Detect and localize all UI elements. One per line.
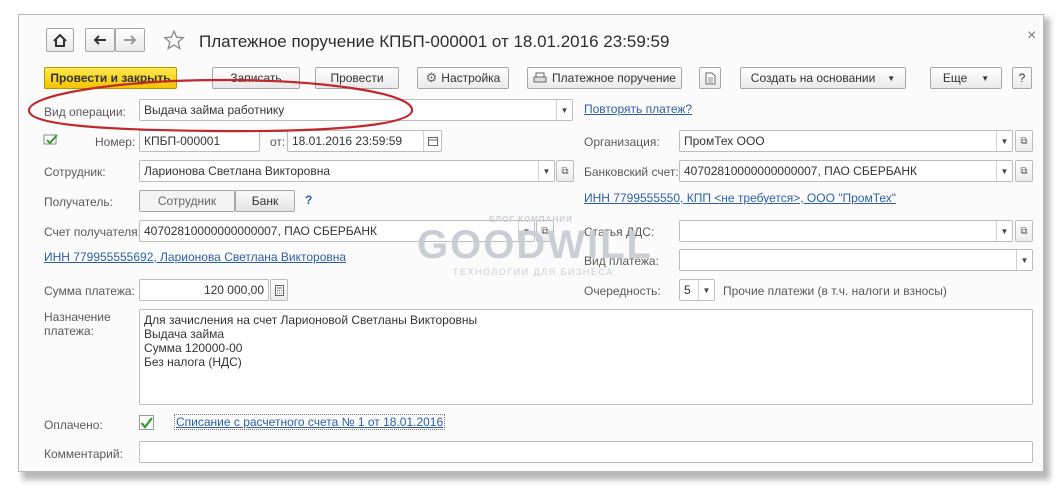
paid-label: Оплачено:	[44, 418, 103, 432]
printer-icon	[533, 72, 547, 83]
employee-select[interactable]: Ларионова Светлана Викторовна ▼	[139, 160, 555, 182]
chevron-down-icon[interactable]: ▼	[996, 161, 1012, 181]
bank-account-value: 40702810000000000007, ПАО СБЕРБАНК	[684, 164, 917, 178]
organization-select[interactable]: ПромТех ООО ▼	[679, 130, 1013, 152]
chevron-down-icon[interactable]: ▼	[698, 280, 714, 300]
organization-value: ПромТех ООО	[684, 134, 765, 148]
inn-recipient-link[interactable]: ИНН 779955555692, Ларионова Светлана Вик…	[44, 250, 346, 264]
chevron-down-icon[interactable]: ▼	[1016, 250, 1032, 270]
recipient-help-link[interactable]: ?	[305, 193, 312, 207]
purpose-line: Сумма 120000-00	[144, 341, 243, 355]
comment-input[interactable]	[139, 441, 1033, 463]
dds-select[interactable]: ▼	[679, 220, 1013, 242]
employee-label: Сотрудник:	[44, 165, 106, 179]
forward-arrow-icon	[124, 35, 137, 45]
recipient-account-label: Счет получателя:	[44, 225, 141, 239]
priority-value: 5	[684, 283, 691, 297]
document-window: Платежное поручение КПБП-000001 от 18.01…	[18, 14, 1044, 472]
more-button[interactable]: Еще ▼	[930, 67, 1002, 89]
calendar-icon[interactable]	[423, 131, 441, 151]
priority-label: Очередность:	[584, 284, 661, 298]
number-label: Номер:	[95, 135, 136, 149]
calculator-icon[interactable]	[270, 279, 288, 301]
organization-label: Организация:	[584, 135, 660, 149]
chevron-down-icon: ▼	[887, 73, 896, 83]
payment-type-label: Вид платежа:	[584, 254, 659, 268]
home-button[interactable]	[46, 28, 74, 52]
purpose-label-line2: платежа:	[44, 324, 94, 338]
star-icon	[163, 29, 185, 50]
purpose-textarea[interactable]: Для зачисления на счет Ларионовой Светла…	[139, 309, 1033, 405]
paid-checkbox[interactable]	[139, 415, 154, 430]
document-button[interactable]	[699, 67, 721, 89]
back-button[interactable]	[85, 28, 115, 52]
create-based-label: Создать на основании	[750, 71, 876, 85]
amount-label: Сумма платежа:	[44, 284, 135, 298]
date-value: 18.01.2016 23:59:59	[292, 134, 403, 148]
open-icon[interactable]: ⧉	[556, 160, 574, 182]
purpose-label-line1: Назначение	[44, 310, 111, 324]
watermark-sub: ТЕХНОЛОГИИ ДЛЯ БИЗНЕСА	[453, 267, 614, 277]
employee-value: Ларионова Светлана Викторовна	[144, 164, 331, 178]
chevron-down-icon[interactable]: ▼	[996, 221, 1012, 241]
favorite-star[interactable]	[163, 29, 185, 54]
recipient-employee-toggle[interactable]: Сотрудник	[139, 190, 235, 212]
comment-label: Комментарий:	[44, 447, 123, 461]
writeoff-document-link[interactable]: Списание с расчетного счета № 1 от 18.01…	[174, 414, 446, 430]
more-label: Еще	[942, 71, 968, 85]
settings-label: Настройка	[441, 71, 501, 85]
chevron-down-icon[interactable]: ▼	[538, 161, 554, 181]
payment-type-select[interactable]: ▼	[679, 249, 1033, 271]
back-arrow-icon	[93, 35, 106, 45]
open-icon[interactable]: ⧉	[1015, 220, 1033, 242]
help-button[interactable]: ?	[1012, 67, 1032, 89]
recipient-bank-toggle[interactable]: Банк	[235, 190, 295, 212]
print-label: Платежное поручение	[552, 71, 676, 85]
home-icon	[53, 33, 67, 47]
chevron-down-icon[interactable]: ▼	[996, 131, 1012, 151]
purpose-line: Выдача займа	[144, 327, 225, 341]
date-label: от:	[270, 135, 286, 149]
open-icon[interactable]: ⧉	[1015, 160, 1033, 182]
close-icon[interactable]: ×	[1027, 27, 1036, 45]
document-icon	[705, 72, 715, 84]
amount-input[interactable]: 120 000,00	[139, 279, 269, 301]
purpose-line: Без налога (НДС)	[144, 355, 242, 369]
priority-description: Прочие платежи (в т.ч. налоги и взносы)	[723, 284, 947, 298]
inn-organization-link[interactable]: ИНН 7799555550, КПП <не требуется>, ООО …	[584, 191, 896, 205]
chevron-down-icon: ▼	[981, 73, 990, 83]
bank-account-select[interactable]: 40702810000000000007, ПАО СБЕРБАНК ▼	[679, 160, 1013, 182]
posted-status-icon	[43, 133, 59, 150]
print-payment-order-button[interactable]: Платежное поручение	[527, 67, 682, 89]
recipient-label: Получатель:	[44, 195, 113, 209]
open-icon[interactable]: ⧉	[1015, 130, 1033, 152]
repeat-payment-link[interactable]: Повторять платеж?	[584, 102, 692, 116]
annotation-ellipse	[27, 78, 414, 133]
forward-button[interactable]	[115, 28, 145, 52]
purpose-line: Для зачисления на счет Ларионовой Светла…	[144, 313, 478, 327]
settings-button[interactable]: ⚙ Настройка	[417, 67, 509, 89]
gear-icon: ⚙	[425, 70, 438, 85]
checkmark-icon	[140, 416, 153, 429]
recipient-account-value: 40702810000000000007, ПАО СБЕРБАНК	[144, 224, 377, 238]
chevron-down-icon[interactable]: ▼	[556, 100, 572, 120]
priority-select[interactable]: 5 ▼	[679, 279, 715, 301]
page-title: Платежное поручение КПБП-000001 от 18.01…	[199, 32, 670, 51]
bank-account-label: Банковский счет:	[584, 165, 679, 179]
create-based-on-button[interactable]: Создать на основании ▼	[740, 67, 906, 89]
